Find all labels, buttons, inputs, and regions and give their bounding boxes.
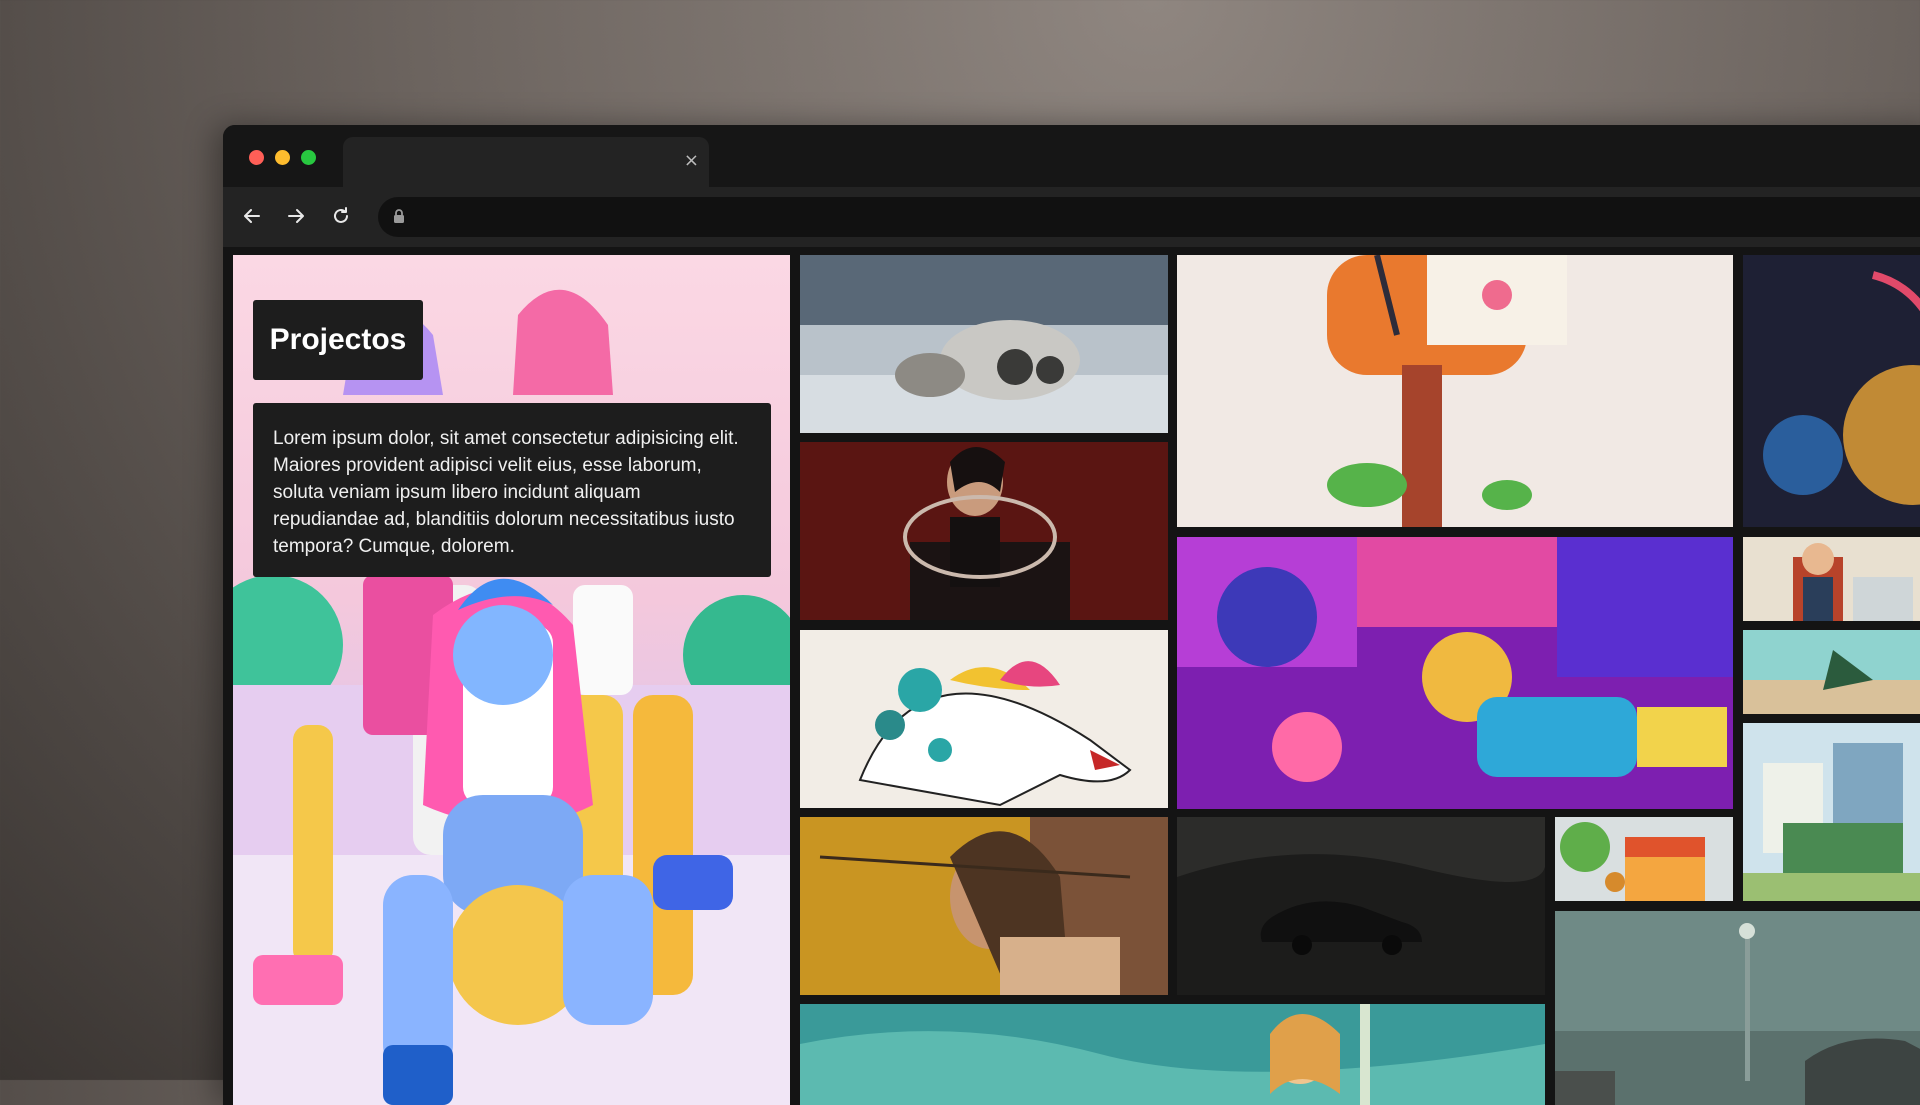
tile-image xyxy=(1177,817,1545,995)
gallery-tile-archer[interactable] xyxy=(800,817,1168,995)
gallery-tile-misty-car[interactable] xyxy=(1555,911,1920,1105)
hero-panel: Projectos Lorem ipsum dolor, sit amet co… xyxy=(233,255,790,1105)
page-description: Lorem ipsum dolor, sit amet consectetur … xyxy=(253,403,771,577)
tile-image xyxy=(800,255,1168,433)
tile-image xyxy=(800,817,1168,995)
address-bar[interactable] xyxy=(378,197,1920,237)
gallery-tile-coastal-scene[interactable] xyxy=(1743,630,1920,714)
gallery-tile-anime-girl[interactable] xyxy=(800,1004,1545,1105)
gallery-tile-fruit-stand[interactable] xyxy=(1555,817,1733,901)
minimize-window-button[interactable] xyxy=(275,150,290,165)
back-button[interactable] xyxy=(237,201,267,231)
tab-close-icon[interactable]: × xyxy=(684,151,699,171)
tile-image xyxy=(800,630,1168,808)
browser-toolbar xyxy=(223,187,1920,247)
gallery-tile-wolf-floral[interactable] xyxy=(800,630,1168,808)
tile-image xyxy=(1555,817,1733,901)
gallery-tile-isometric-city[interactable] xyxy=(1743,723,1920,901)
tile-image xyxy=(1555,911,1920,1105)
tile-image xyxy=(1177,537,1733,809)
forward-button[interactable] xyxy=(281,201,311,231)
gallery-tile-dark-car[interactable] xyxy=(1177,817,1545,995)
tile-image xyxy=(1743,255,1920,527)
browser-window: × Projectos Lorem ipsum dolor, sit amet … xyxy=(223,125,1920,1105)
reload-icon xyxy=(334,207,348,223)
browser-tab[interactable]: × xyxy=(343,137,709,187)
tile-image xyxy=(1743,630,1920,714)
gallery-tile-psychedelic-art[interactable] xyxy=(1177,537,1733,809)
close-window-button[interactable] xyxy=(249,150,264,165)
gallery-tile-woman-hoop[interactable] xyxy=(800,442,1168,620)
arrow-right-icon xyxy=(288,209,304,223)
maximize-window-button[interactable] xyxy=(301,150,316,165)
page-content: Projectos Lorem ipsum dolor, sit amet co… xyxy=(223,247,1920,1105)
tile-image xyxy=(1177,255,1733,527)
page-title: Projectos xyxy=(253,300,423,380)
gallery-tile-mailbox[interactable] xyxy=(1177,255,1733,527)
tile-image xyxy=(1743,723,1920,901)
gallery-tile-snow-vehicles[interactable] xyxy=(800,255,1168,433)
arrow-left-icon xyxy=(244,209,260,223)
reload-button[interactable] xyxy=(326,201,356,231)
tile-image xyxy=(800,442,1168,620)
gallery-tile-space-scene[interactable] xyxy=(1743,255,1920,527)
lock-icon xyxy=(394,209,404,223)
browser-titlebar: × xyxy=(223,125,1920,187)
hero-illustration xyxy=(233,289,790,1105)
tile-image xyxy=(1743,537,1920,621)
gallery-tile-man-glasses[interactable] xyxy=(1743,537,1920,621)
tile-image xyxy=(800,1004,1545,1105)
